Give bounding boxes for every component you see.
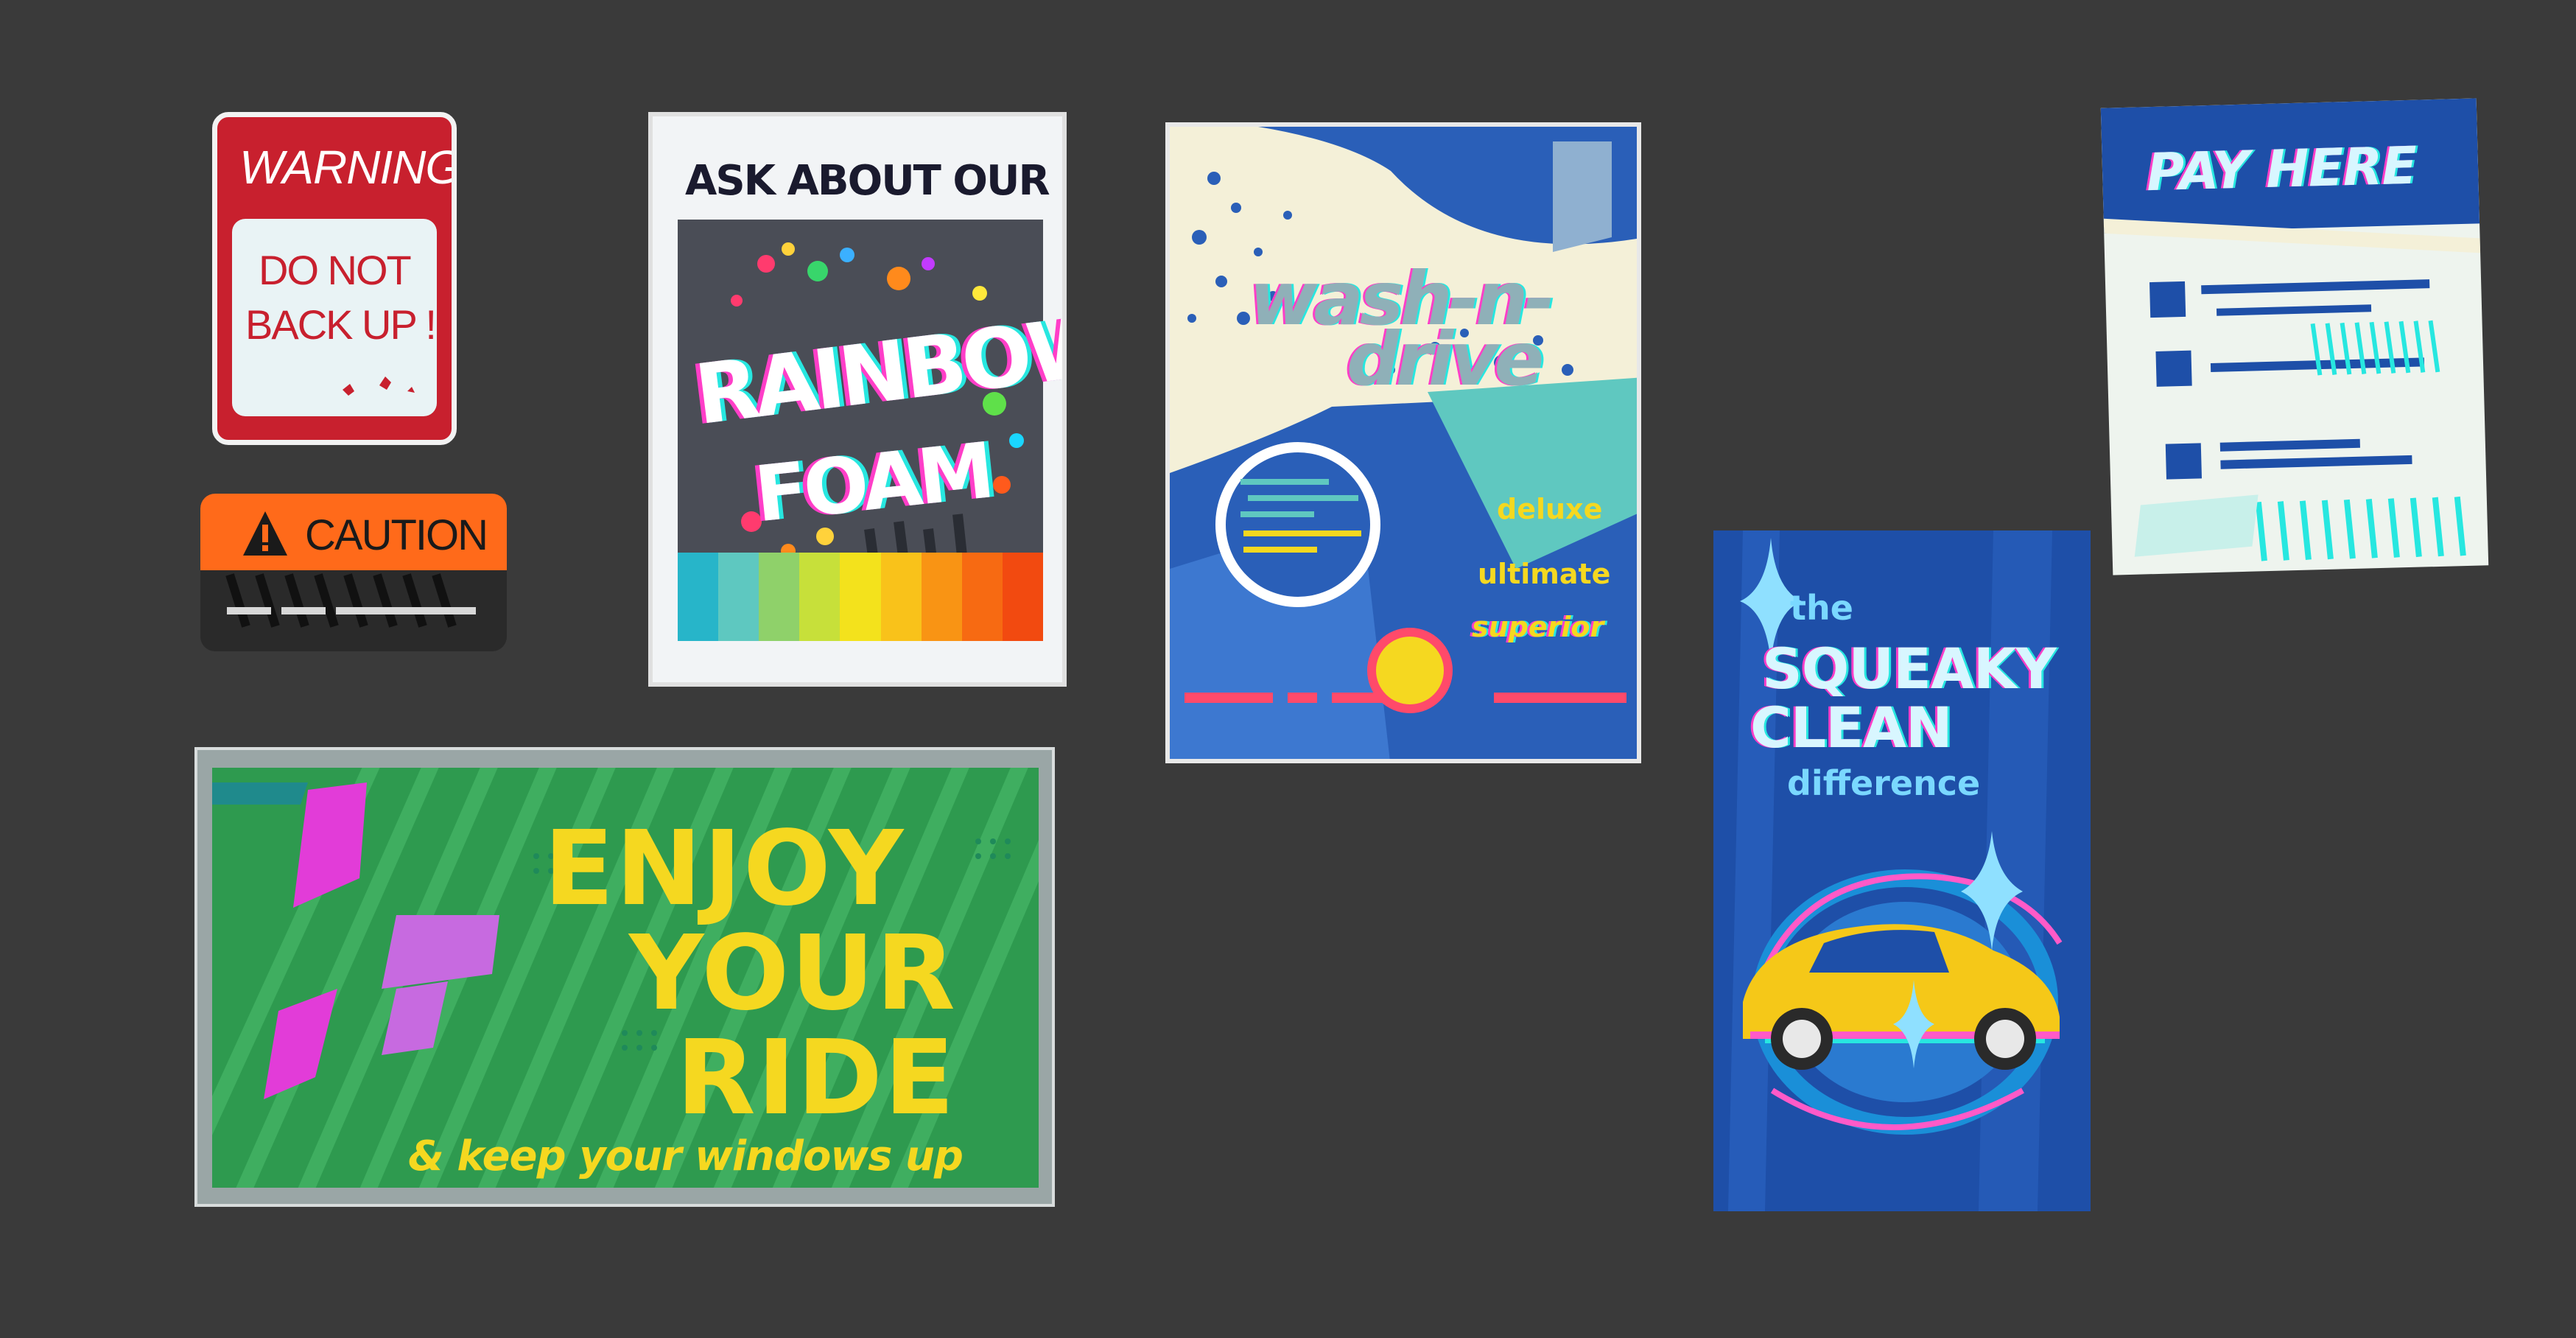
wash-tier-1: deluxe	[1497, 493, 1603, 525]
warning-panel: DO NOT BACK UP !	[232, 219, 437, 416]
caution-label: CAUTION	[305, 511, 488, 559]
color-swatch	[799, 553, 840, 641]
wash-tier-2: ultimate	[1478, 558, 1611, 590]
warning-triangle-icon	[243, 511, 287, 556]
wash-background-art	[1170, 127, 1637, 759]
wash-n-drive-poster: wash-n- drive deluxe ultimate superior	[1165, 122, 1641, 763]
color-swatch	[759, 553, 800, 641]
squeaky-clean-poster: the SQUEAKY CLEAN difference	[1713, 530, 2091, 1211]
billboard-line-3: RIDE	[676, 1018, 956, 1138]
enjoy-your-ride-billboard: ENJOY YOUR RIDE & keep your windows up	[194, 747, 1055, 1207]
wash-badge-circle	[1215, 442, 1380, 607]
squeaky-line-4: difference	[1787, 763, 1981, 803]
billboard-line-1: ENJOY	[544, 809, 905, 929]
color-swatch	[678, 553, 719, 641]
pay-here-sign: PAY HERE	[2100, 98, 2489, 575]
rainbow-foam-poster: ASK ABOUT OUR RAINBOW FOAM	[648, 112, 1067, 687]
billboard-line-2: YOUR	[629, 914, 957, 1034]
squeaky-line-3: CLEAN	[1750, 695, 1953, 760]
rainbow-title-line-2: FOAM	[751, 425, 995, 540]
billboard-face: ENJOY YOUR RIDE & keep your windows up	[212, 768, 1039, 1188]
color-swatch-bar	[678, 553, 1043, 641]
color-swatch	[1002, 553, 1043, 641]
squeaky-line-1: the	[1790, 588, 1853, 628]
billboard-tagline: & keep your windows up	[408, 1132, 964, 1180]
wash-tier-3: superior	[1472, 611, 1604, 643]
pay-here-title: PAY HERE	[2146, 135, 2418, 203]
rainbow-header: ASK ABOUT OUR	[685, 157, 1050, 205]
warning-scratches	[343, 376, 415, 396]
color-swatch	[840, 553, 881, 641]
caution-sign: CAUTION	[200, 494, 507, 651]
squeaky-line-2: SQUEAKY	[1762, 636, 2057, 701]
color-swatch	[718, 553, 759, 641]
color-swatch	[961, 553, 1003, 641]
color-swatch	[921, 553, 962, 641]
squeaky-art	[1728, 530, 2063, 1211]
color-swatch	[880, 553, 922, 641]
wash-title-line-2: drive	[1347, 316, 1544, 402]
warning-title: WARNING	[239, 141, 457, 194]
warning-sign: WARNING DO NOT BACK UP !	[212, 112, 457, 445]
